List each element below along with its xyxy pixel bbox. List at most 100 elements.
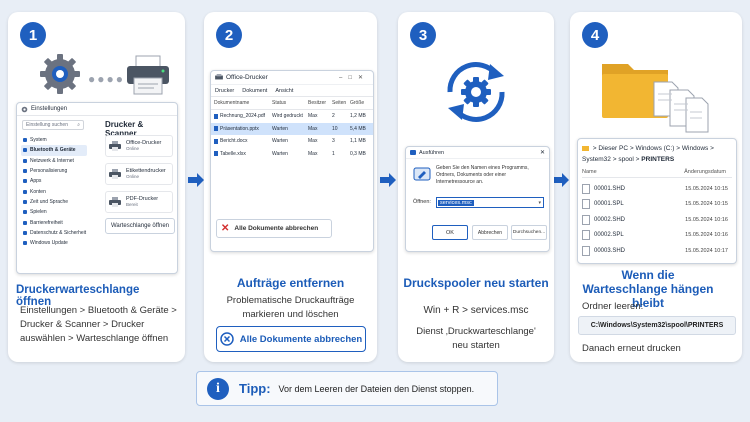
queue-column-header[interactable]: Besitzer	[308, 100, 332, 106]
queue-cell: 1,1 MB	[350, 138, 372, 144]
run-close-icon[interactable]: ✕	[540, 149, 545, 156]
tip-label: Tipp:	[239, 381, 271, 396]
close-icon[interactable]: ✕	[358, 75, 369, 81]
minimize-icon[interactable]: –	[339, 75, 348, 81]
queue-cancel-label: Alle Dokumente abbrechen	[234, 225, 319, 232]
settings-nav-label: Zeit und Sprache	[30, 198, 69, 205]
settings-nav-icon	[23, 158, 27, 163]
run-input[interactable]: services.msc ▾	[436, 197, 544, 208]
file-row[interactable]: 00001.SPL 15.05.2024 10:15	[582, 197, 732, 213]
settings-nav-item[interactable]: Bluetooth & Geräte	[21, 145, 87, 156]
settings-nav-label: Datenschutz & Sicherheit	[30, 229, 87, 236]
queue-cancel-button[interactable]: ✕ Alle Dokumente abbrechen	[216, 219, 332, 238]
breadcrumb-item[interactable]: PRINTERS	[641, 156, 674, 163]
settings-nav-item[interactable]: Personalisierung	[21, 166, 87, 176]
printer-item[interactable]: PDF-Drucker Bereit	[105, 191, 173, 213]
connection-dots: ●●●●	[88, 72, 125, 86]
queue-cell: Wird gedruckt	[272, 113, 308, 119]
queue-cell-text: Rechnung_2024.pdf	[220, 113, 266, 120]
printer-status: Bereit	[126, 202, 138, 207]
printer-item-text: Office-Drucker Online	[126, 140, 161, 152]
file-icon	[582, 245, 590, 256]
queue-column-header[interactable]: Status	[272, 100, 308, 106]
queue-title: Office-Drucker	[226, 74, 268, 81]
queue-row[interactable]: Tabelle.xlsx Warten Max 1 0,3 MB	[211, 148, 373, 161]
file-row[interactable]: 00002.SHD 15.05.2024 10:16	[582, 212, 732, 228]
queue-cell-text: 3	[332, 138, 335, 145]
queue-cell: 3	[332, 138, 350, 144]
step-4-panel: 4 > Dieser PC > Windows (C:) > Windows >…	[570, 12, 742, 362]
run-ok-button[interactable]: OK	[432, 225, 468, 240]
queue-menu-item[interactable]: Dokument	[242, 88, 267, 94]
queue-cell-text: Max	[308, 113, 318, 120]
run-text: Geben Sie den Namen eines Programms, Ord…	[436, 165, 529, 185]
queue-cell: 1,2 MB	[350, 113, 372, 119]
step-2-desc: Problematische Druckaufträge markieren u…	[226, 295, 355, 320]
cancel-all-button[interactable]: Alle Dokumente abbrechen	[216, 326, 366, 352]
explorer-window: > Dieser PC > Windows (C:) > Windows > S…	[577, 138, 737, 264]
settings-nav-item[interactable]: Barrierefreiheit	[21, 217, 87, 227]
queue-menu-item[interactable]: Ansicht	[275, 88, 293, 94]
settings-nav-item[interactable]: Datenschutz & Sicherheit	[21, 228, 87, 238]
breadcrumb-item[interactable]: Dieser PC	[598, 145, 628, 152]
file-name-group: 00002.SPL	[582, 230, 624, 241]
queue-column-header[interactable]: Dokumentname	[214, 100, 272, 106]
settings-nav-icon	[23, 210, 27, 215]
settings-nav-label: Bluetooth & Geräte	[30, 147, 76, 154]
settings-nav-item[interactable]: System	[21, 135, 87, 145]
file-date: 15.05.2024 10:15	[685, 201, 728, 208]
settings-nav-item[interactable]: Windows Update	[21, 238, 87, 248]
printer-item[interactable]: Etikettendrucker Online	[105, 163, 173, 185]
queue-column-header[interactable]: Größe	[350, 100, 372, 106]
settings-nav-item[interactable]: Konten	[21, 186, 87, 196]
queue-column-header[interactable]: Seiten	[332, 100, 350, 106]
settings-nav-item[interactable]: Apps	[21, 176, 87, 186]
maximize-icon[interactable]: □	[348, 75, 358, 81]
run-browse-button[interactable]: Durchsuchen...	[511, 225, 547, 240]
queue-menu-item[interactable]: Drucker	[215, 88, 234, 94]
explorer-breadcrumb: > Dieser PC > Windows (C:) > Windows > S…	[582, 143, 732, 165]
settings-nav-label: System	[30, 137, 47, 144]
explorer-col-name: Name	[582, 169, 597, 175]
settings-nav-icon	[23, 230, 27, 235]
settings-nav-icon	[23, 220, 27, 225]
cancel-x-icon: ✕	[221, 223, 230, 234]
file-row[interactable]: 00003.SHD 15.05.2024 10:17	[582, 243, 732, 259]
queue-cell-name: Präsentation.pptx	[214, 126, 272, 132]
queue-cell-text: 10	[332, 125, 338, 132]
file-row[interactable]: 00002.SPL 15.05.2024 10:16	[582, 228, 732, 244]
queue-row[interactable]: Bericht.docx Warten Max 3 1,1 MB	[211, 135, 373, 148]
breadcrumb-item[interactable]: spool	[618, 156, 634, 163]
settings-nav-label: Windows Update	[30, 240, 68, 247]
settings-search[interactable]: Einstellung suchen ⌕	[22, 120, 84, 130]
breadcrumb-item[interactable]: Windows	[682, 145, 708, 152]
file-name-group: 00002.SHD	[582, 214, 625, 225]
settings-nav-item[interactable]: Zeit und Sprache	[21, 197, 87, 207]
queue-row[interactable]: Präsentation.pptx Warten Max 10 5,4 MB	[211, 122, 373, 135]
queue-cell-text: 2	[332, 113, 335, 120]
open-queue-button[interactable]: Warteschlange öffnen	[105, 218, 175, 234]
file-name: 00001.SHD	[594, 185, 626, 192]
file-icon	[582, 230, 590, 241]
run-cancel-button[interactable]: Abbrechen	[472, 225, 508, 240]
file-icon	[582, 183, 590, 194]
step-2-title: Aufträge entfernen	[236, 276, 345, 290]
printer-item[interactable]: Office-Drucker Online	[105, 135, 173, 157]
queue-row[interactable]: Rechnung_2024.pdf Wird gedruckt Max 2 1,2 MB	[211, 110, 373, 123]
run-open-label: Öffnen:	[413, 199, 431, 205]
breadcrumb-item[interactable]: Windows (C:)	[635, 145, 674, 152]
queue-cell-text: Tabelle.xlsx	[220, 150, 246, 157]
breadcrumb-item[interactable]: System32	[582, 156, 611, 163]
queue-cell: 2	[332, 113, 350, 119]
file-date: 15.05.2024 10:15	[685, 185, 728, 192]
step-3-title: Druckspooler neu starten	[403, 276, 549, 290]
explorer-header: Name Änderungsdatum	[582, 169, 732, 178]
file-row[interactable]: 00001.SHD 15.05.2024 10:15	[582, 181, 732, 197]
file-name: 00003.SHD	[594, 247, 626, 254]
open-queue-label: Warteschlange öffnen	[110, 223, 170, 229]
settings-nav-item[interactable]: Netzwerk & Internet	[21, 156, 87, 166]
settings-nav-item[interactable]: Spielen	[21, 207, 87, 217]
settings-nav-label: Netzwerk & Internet	[30, 157, 74, 164]
file-icon	[582, 214, 590, 225]
document-icon	[214, 151, 218, 157]
